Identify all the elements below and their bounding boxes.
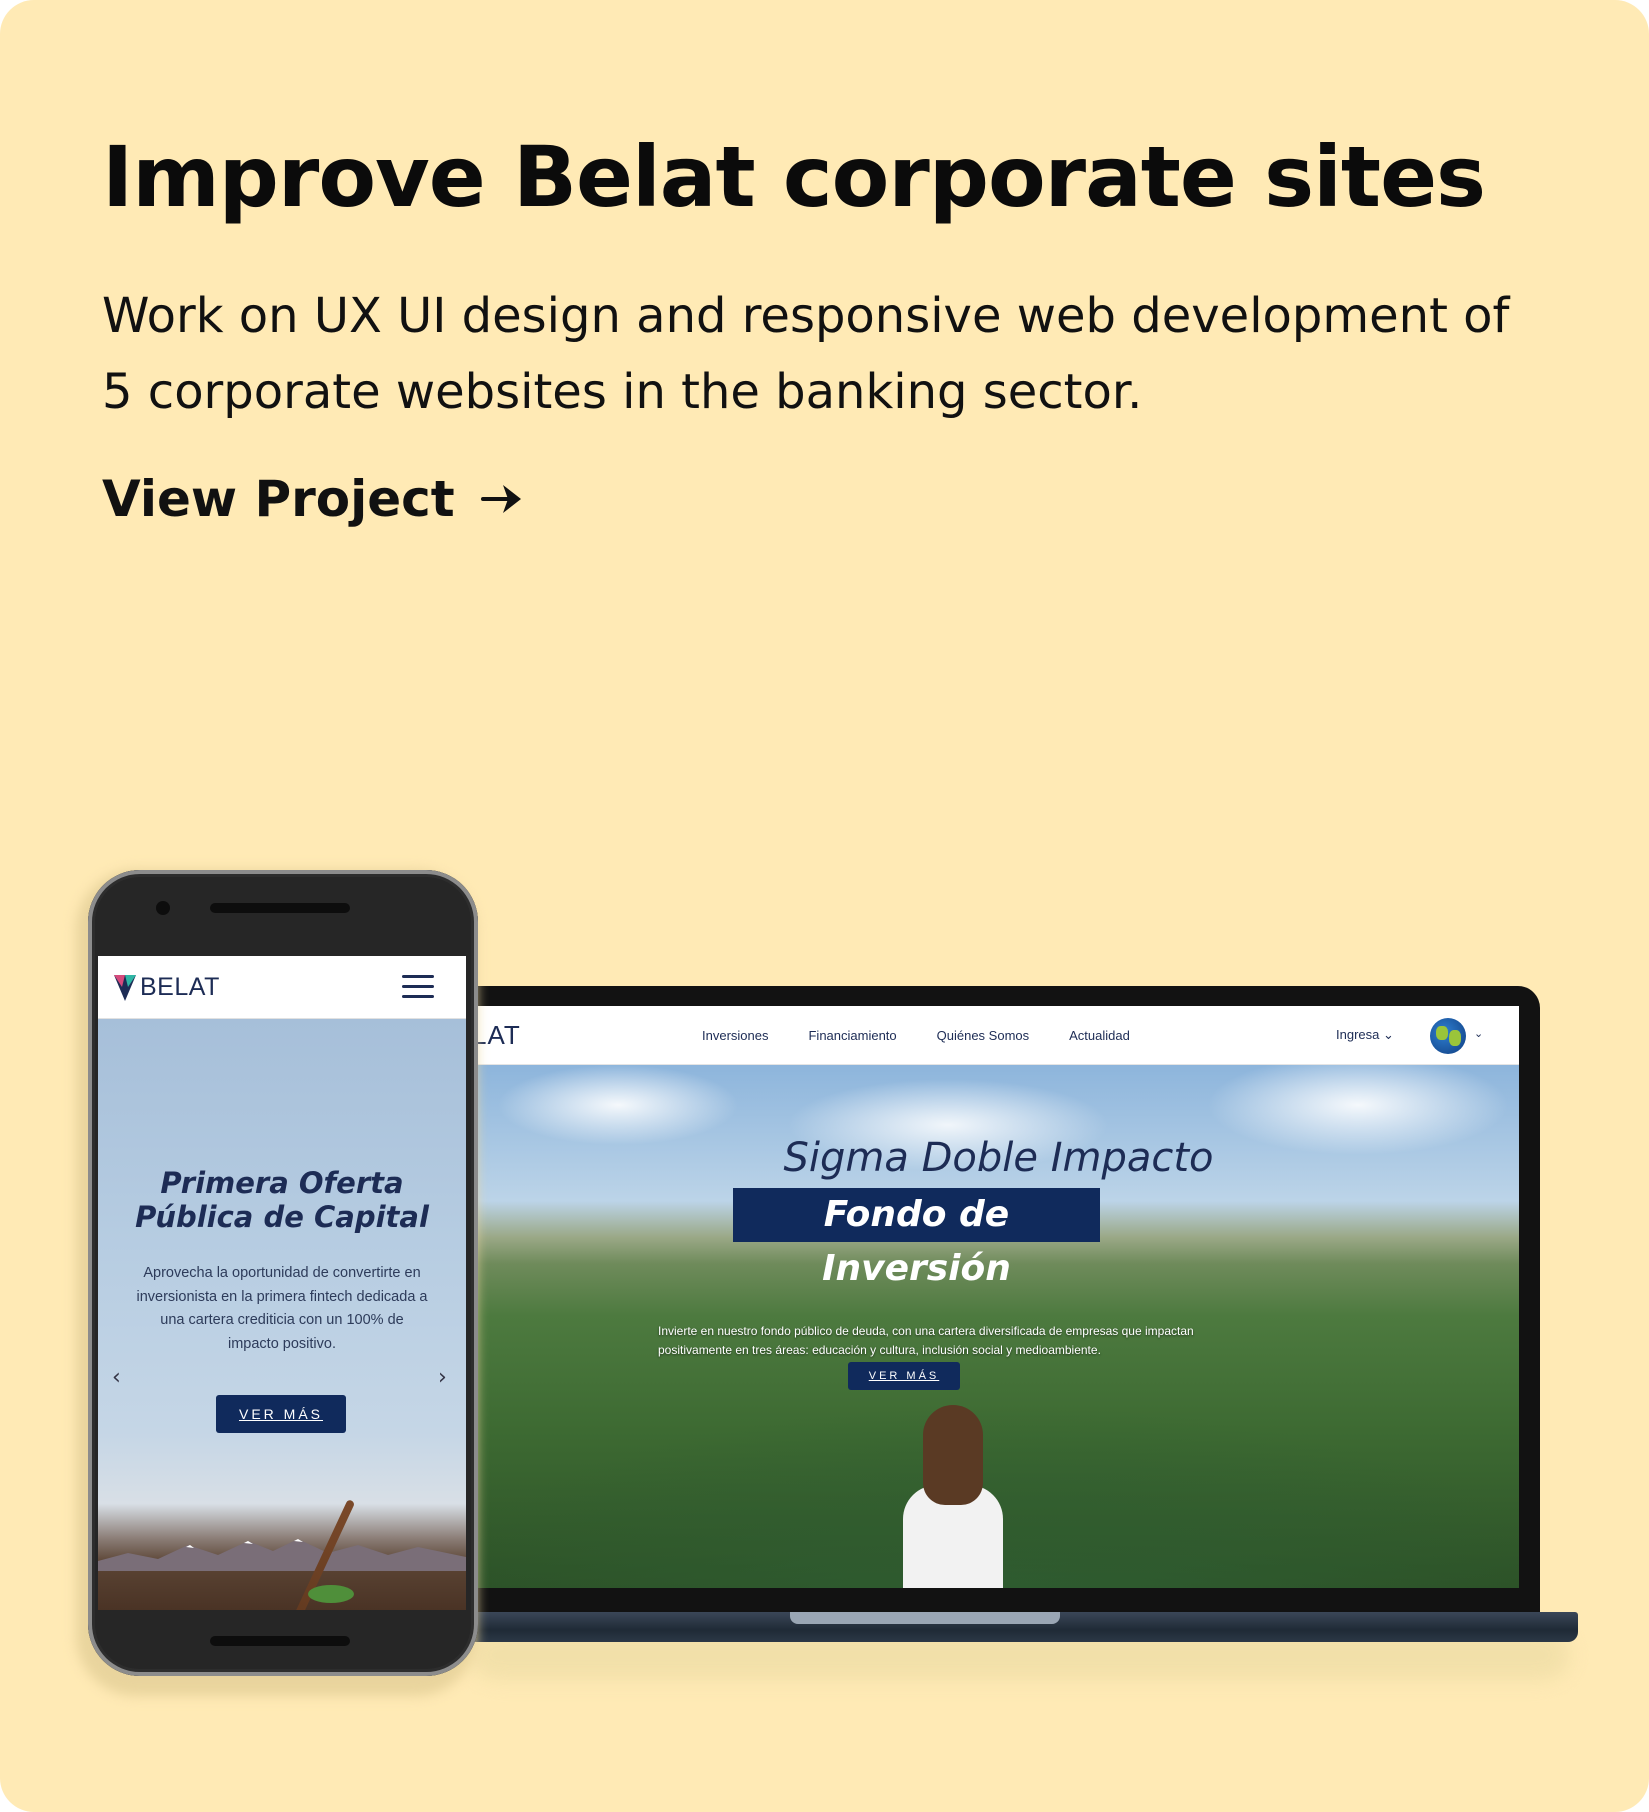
desktop-site-logo[interactable]: LAT (478, 1020, 521, 1051)
carousel-prev-icon[interactable]: ‹ (112, 1365, 121, 1390)
mobile-site-logo[interactable]: BELAT (140, 973, 220, 1002)
arrow-right-icon (480, 485, 521, 513)
chevron-down-icon[interactable]: ⌄ (1474, 1027, 1483, 1040)
mobile-hero: Primera Oferta Pública de Capital Aprove… (98, 1019, 466, 1610)
globe-icon[interactable] (1430, 1018, 1466, 1054)
belat-logo-icon (114, 975, 136, 1001)
login-dropdown[interactable]: Ingresa ⌄ (1336, 1027, 1394, 1043)
project-card: Improve Belat corporate sites Work on UX… (0, 0, 1649, 1812)
nav-item-inversiones[interactable]: Inversiones (702, 1028, 768, 1043)
desktop-hero: Sigma Doble Impacto Fondo de Inversión I… (478, 1065, 1519, 1588)
nav-item-actualidad[interactable]: Actualidad (1069, 1028, 1130, 1043)
mobile-site-navbar: BELAT (98, 956, 466, 1019)
phone-home-bar (210, 1636, 350, 1646)
camera-icon (156, 901, 170, 915)
grass-image (308, 1585, 354, 1603)
desktop-hero-badge: Fondo de Inversión (733, 1188, 1100, 1289)
hamburger-menu-icon[interactable] (402, 973, 434, 1001)
laptop-screen: LAT Inversiones Financiamiento Quiénes S… (478, 1006, 1519, 1588)
hero-person-image (878, 1405, 1028, 1588)
nav-item-financiamiento[interactable]: Financiamiento (808, 1028, 896, 1043)
carousel-next-icon[interactable]: › (438, 1365, 447, 1390)
desktop-ver-mas-button[interactable]: VER MÁS (848, 1362, 960, 1390)
view-project-label: View Project (102, 470, 455, 528)
chevron-down-icon: ⌄ (1383, 1027, 1394, 1042)
mobile-ver-mas-button[interactable]: VER MÁS (216, 1395, 346, 1433)
mobile-hero-text: Aprovecha la oportunidad de convertirte … (136, 1265, 428, 1352)
laptop-notch (790, 1612, 1060, 1624)
login-label: Ingresa (1336, 1027, 1380, 1042)
card-description: Work on UX UI design and responsive web … (102, 288, 1510, 420)
desktop-hero-title: Sigma Doble Impacto (783, 1135, 1214, 1181)
phone-speaker (210, 903, 350, 913)
desktop-site-menu: Inversiones Financiamiento Quiénes Somos… (702, 1006, 1130, 1064)
mountains-image (98, 1539, 466, 1571)
desktop-hero-text: Invierte en nuestro fondo público de deu… (658, 1324, 1194, 1357)
card-title: Improve Belat corporate sites (102, 128, 1486, 226)
phone-screen: BELAT Primera Oferta Pública de Capital … (98, 956, 466, 1610)
phone-frame: BELAT Primera Oferta Pública de Capital … (88, 870, 478, 1676)
mobile-hero-title: Primera Oferta Pública de Capital (135, 1166, 429, 1234)
desktop-site-navbar: LAT Inversiones Financiamiento Quiénes S… (478, 1006, 1519, 1065)
nav-item-quienes-somos[interactable]: Quiénes Somos (937, 1028, 1030, 1043)
view-project-link[interactable]: View Project (102, 470, 529, 528)
